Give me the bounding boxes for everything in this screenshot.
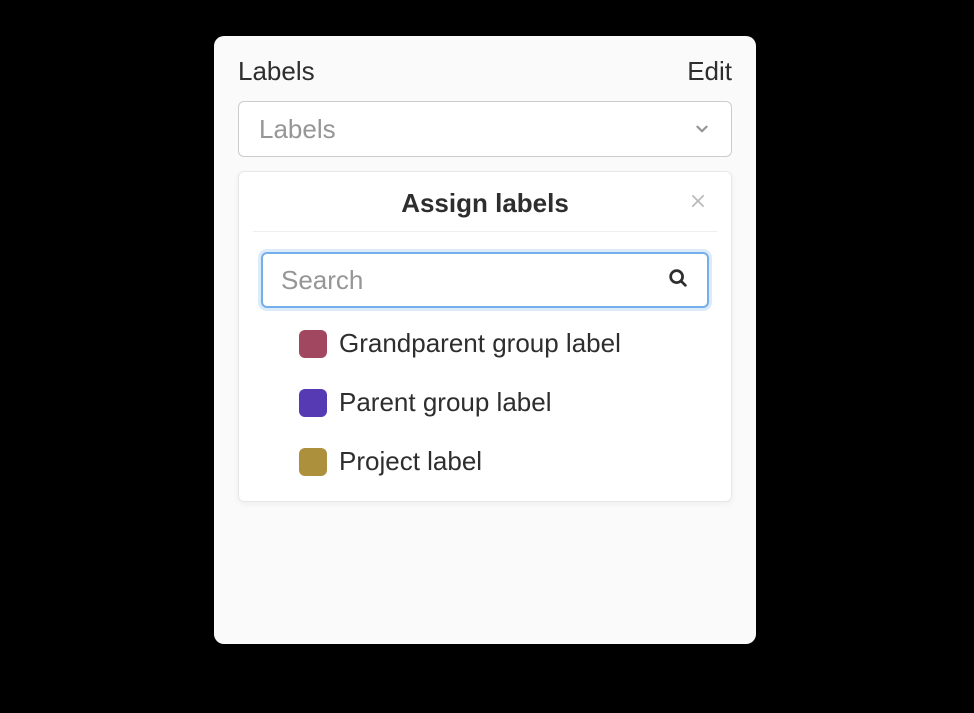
label-item-project[interactable]: Project label: [299, 444, 709, 479]
popover-header: Assign labels: [239, 172, 731, 231]
label-swatch: [299, 330, 327, 358]
label-swatch: [299, 389, 327, 417]
search-icon: [667, 267, 689, 294]
search-container[interactable]: [261, 252, 709, 308]
chevron-down-icon: [693, 120, 711, 138]
edit-link[interactable]: Edit: [687, 56, 732, 87]
panel-title: Labels: [238, 56, 315, 87]
panel-header: Labels Edit: [238, 56, 732, 87]
label-list: Grandparent group label Parent group lab…: [239, 326, 731, 501]
popover-title: Assign labels: [401, 188, 569, 219]
label-text: Parent group label: [339, 387, 551, 417]
assign-labels-popover: Assign labels Grandparent group label Pa…: [238, 171, 732, 502]
labels-panel: Labels Edit Labels Assign labels Gr: [214, 36, 756, 644]
dropdown-placeholder: Labels: [259, 114, 336, 145]
label-item-parent[interactable]: Parent group label: [299, 385, 709, 420]
close-icon[interactable]: [687, 190, 709, 217]
label-text: Project label: [339, 446, 482, 476]
label-item-grandparent[interactable]: Grandparent group label: [299, 326, 709, 361]
labels-dropdown[interactable]: Labels: [238, 101, 732, 157]
label-swatch: [299, 448, 327, 476]
search-input[interactable]: [281, 265, 667, 296]
label-text: Grandparent group label: [339, 328, 621, 358]
search-row: [239, 232, 731, 326]
